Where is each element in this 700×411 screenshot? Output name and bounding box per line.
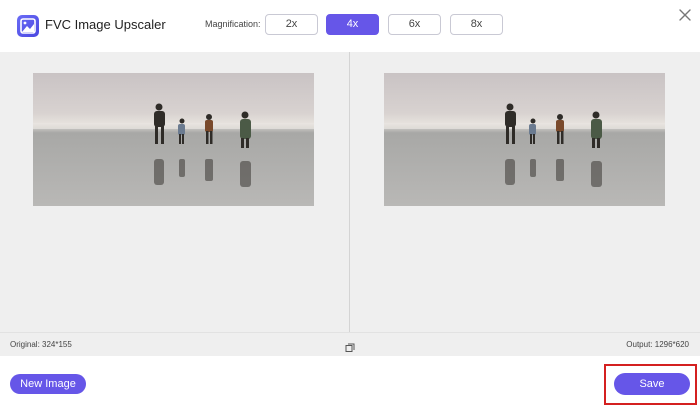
original-size-text: Original: 324*155 — [10, 340, 72, 349]
footer-bar: New Image Save — [0, 356, 700, 411]
original-image — [33, 73, 314, 206]
close-icon[interactable] — [676, 6, 694, 24]
header-bar: FVC Image Upscaler Magnification: 2x 4x … — [0, 0, 700, 52]
magnification-label: Magnification: — [205, 19, 261, 29]
preview-divider[interactable] — [349, 52, 350, 332]
save-button[interactable]: Save — [614, 373, 690, 395]
output-image — [384, 73, 665, 206]
magnification-8x-button[interactable]: 8x — [450, 14, 503, 35]
output-size-text: Output: 1296*620 — [626, 340, 689, 349]
app-title: FVC Image Upscaler — [45, 17, 166, 32]
compare-icon[interactable] — [345, 340, 355, 352]
magnification-6x-button[interactable]: 6x — [388, 14, 441, 35]
new-image-button[interactable]: New Image — [10, 374, 86, 394]
magnification-4x-button[interactable]: 4x — [326, 14, 379, 35]
magnification-2x-button[interactable]: 2x — [265, 14, 318, 35]
app-logo-icon — [17, 15, 39, 37]
image-info-bar: Original: 324*155 Output: 1296*620 — [0, 332, 700, 356]
